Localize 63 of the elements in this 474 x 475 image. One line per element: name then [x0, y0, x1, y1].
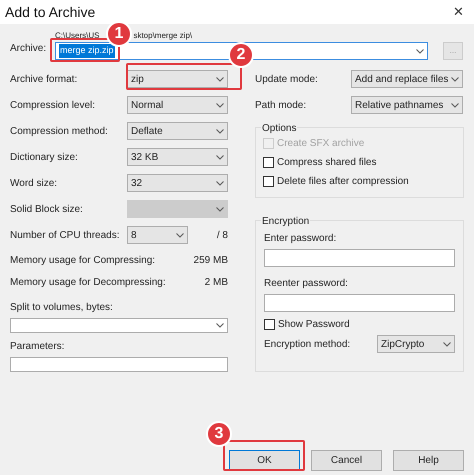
- dialog-button[interactable]: Cancel: [311, 450, 382, 471]
- dropdown[interactable]: zip: [127, 70, 228, 88]
- field-label: Number of CPU threads:: [10, 228, 120, 242]
- field-label: Parameters:: [10, 340, 66, 354]
- chevron-down-icon: [416, 48, 424, 54]
- chevron-down-icon: [216, 102, 224, 108]
- thread-count: / 8: [216, 228, 228, 242]
- memory-label: Memory usage for Decompressing:: [10, 276, 166, 290]
- parameters-field[interactable]: [10, 357, 228, 372]
- dialog-button[interactable]: OK: [229, 450, 300, 471]
- field-label: Archive:: [10, 42, 48, 56]
- dropdown[interactable]: 8: [127, 226, 188, 244]
- dialog-button[interactable]: Help: [393, 450, 464, 471]
- chevron-down-icon: [176, 232, 184, 238]
- checkbox-label: Show Password: [278, 318, 350, 332]
- step-badge: 3: [206, 421, 232, 447]
- field-label: Split to volumes, bytes:: [10, 301, 114, 315]
- dropdown[interactable]: Normal: [127, 96, 228, 114]
- checkbox[interactable]: [263, 157, 274, 168]
- chevron-down-icon: [216, 180, 224, 186]
- dropdown[interactable]: Add and replace files: [351, 70, 463, 88]
- checkbox-label: Compress shared files: [277, 156, 376, 170]
- checkbox[interactable]: [264, 319, 275, 330]
- checkbox-label: Create SFX archive: [277, 137, 364, 151]
- dropdown[interactable]: Relative pathnames: [351, 96, 463, 114]
- password-field[interactable]: [264, 249, 455, 267]
- field-label: Update mode:: [255, 72, 319, 86]
- memory-label: Memory usage for Compressing:: [10, 254, 156, 268]
- chevron-down-icon: [451, 76, 459, 82]
- group-title: Encryption: [261, 214, 310, 229]
- field-label: Archive format:: [10, 72, 78, 86]
- chevron-down-icon: [216, 154, 224, 160]
- dropdown[interactable]: ZipCrypto: [377, 335, 455, 353]
- split-dropdown[interactable]: [10, 318, 228, 333]
- path-text: sktop\merge zip\: [133, 30, 192, 42]
- field-label: Enter password:: [264, 232, 338, 246]
- dropdown[interactable]: Deflate: [127, 122, 228, 140]
- field-label: Encryption method:: [264, 338, 350, 352]
- memory-value: 2 MB: [204, 276, 228, 290]
- field-label: Dictionary size:: [10, 150, 79, 164]
- field-label: Compression method:: [10, 124, 109, 138]
- chevron-down-icon: [216, 128, 224, 134]
- path-text: C:\Users\US: [55, 30, 100, 42]
- checkbox[interactable]: [263, 176, 274, 187]
- checkbox-label: Delete files after compression: [277, 175, 409, 189]
- chevron-down-icon: [443, 342, 451, 346]
- archive-name: merge zip.zip: [59, 44, 115, 58]
- window-title: Add to Archive: [5, 2, 96, 22]
- group-title: Options: [261, 121, 298, 136]
- chevron-down-icon: [216, 206, 224, 212]
- dropdown[interactable]: 32: [127, 174, 228, 192]
- password-field[interactable]: [264, 294, 455, 312]
- chevron-down-icon: [216, 323, 224, 328]
- dropdown[interactable]: 32 KB: [127, 148, 228, 166]
- close-button[interactable]: ✕: [453, 2, 464, 22]
- chevron-down-icon: [216, 76, 224, 82]
- field-label: Compression level:: [10, 98, 96, 112]
- field-label: Word size:: [10, 176, 58, 190]
- field-label: Solid Block size:: [10, 202, 84, 216]
- field-label: Reenter password:: [264, 277, 349, 291]
- field-label: Path mode:: [255, 98, 308, 112]
- chevron-down-icon: [451, 102, 459, 108]
- memory-value: 259 MB: [194, 254, 228, 268]
